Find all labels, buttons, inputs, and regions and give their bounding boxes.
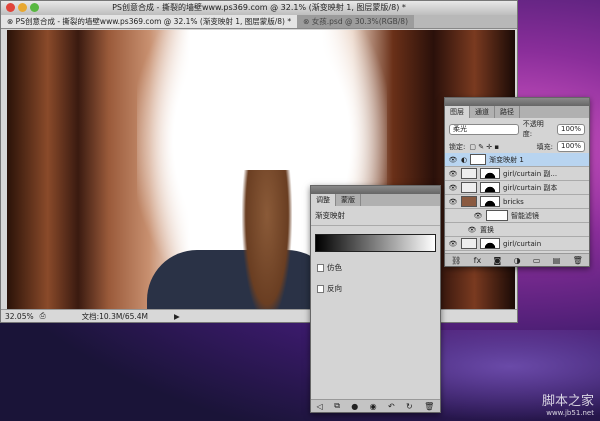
blend-mode-select[interactable]: 柔光 (449, 123, 519, 135)
doc-size: 文档:10.3M/65.4M (81, 311, 149, 321)
layer-mask-thumb (470, 154, 487, 165)
layer-mask-thumb (480, 196, 500, 207)
previous-state-icon[interactable]: ↶ (388, 402, 395, 411)
tab-document-main[interactable]: ⊗ PS创意合成 - 撕裂的墙壁www.ps369.com @ 32.1% (渐… (1, 15, 298, 28)
reverse-checkbox[interactable]: 反向 (317, 283, 436, 294)
lock-label: 锁定: (449, 142, 466, 151)
tab-label: PS创意合成 - 撕裂的墙壁www.ps369.com @ 32.1% (渐变映… (15, 17, 292, 26)
eye-icon[interactable]: 👁 (448, 240, 458, 248)
layer-name: girl/curtain 副本 (503, 183, 558, 192)
reset-icon[interactable]: ↻ (406, 402, 413, 411)
close-button[interactable] (6, 3, 15, 12)
status-menu-arrow-icon[interactable]: ▶ (174, 312, 180, 321)
lock-icons[interactable]: ▢ ✎ ✛ ▪ (469, 143, 499, 151)
tab-layers[interactable]: 图层 (445, 106, 470, 118)
trash-icon[interactable]: 🗑 (424, 402, 434, 411)
opacity-input[interactable]: 100% (556, 123, 585, 135)
layer-mask-thumb (480, 238, 500, 249)
layer-row[interactable]: 👁 girl/curtain (445, 237, 589, 251)
layers-panel: 图层 通道 路径 柔光 不透明度: 100% 锁定: ▢ ✎ ✛ ▪ 填充: 1… (444, 97, 590, 267)
eye-icon[interactable]: ◉ (370, 402, 377, 411)
layer-row[interactable]: 👁 ◐ 渐变映射 1 (445, 153, 589, 167)
eye-icon[interactable]: 👁 (467, 226, 477, 234)
adjustment-icon: ◐ (461, 155, 468, 164)
opacity-label: 不透明度: (522, 120, 544, 138)
title-bar[interactable]: PS创意合成 - 撕裂的墙壁www.ps369.com @ 32.1% (渐变映… (1, 1, 517, 15)
layer-name: 置换 (480, 225, 494, 234)
zoom-button[interactable] (30, 3, 39, 12)
layer-name: 智能滤镜 (511, 211, 539, 220)
layer-name: bricks (503, 197, 524, 206)
zoom-level[interactable]: 32.05% (5, 312, 34, 321)
dither-checkbox[interactable]: 仿色 (317, 262, 436, 273)
reverse-label: 反向 (327, 284, 342, 293)
gradient-picker[interactable] (315, 234, 436, 252)
folder-icon[interactable]: ▭ (533, 256, 541, 265)
tab-masks[interactable]: 蒙版 (336, 194, 361, 206)
filter-mask-thumb (486, 210, 508, 221)
document-tabs: ⊗ PS创意合成 - 撕裂的墙壁www.ps369.com @ 32.1% (渐… (1, 15, 517, 29)
layer-row[interactable]: 👁 bricks (445, 195, 589, 209)
visibility-icon[interactable]: ● (351, 402, 358, 411)
layer-thumb (461, 182, 477, 193)
adjustments-panel: 调整 蒙版 渐变映射 仿色 反向 ◁ ⧉ ● ◉ ↶ ↻ 🗑 (310, 185, 441, 413)
layer-mask-thumb (480, 182, 500, 193)
watermark-url: www.jb51.net (546, 409, 594, 417)
eye-icon[interactable]: 👁 (448, 156, 458, 164)
tab-label: 女孩.psd @ 30.3%(RGB/8) (311, 17, 409, 26)
tab-document-girl[interactable]: ⊗ 女孩.psd @ 30.3%(RGB/8) (297, 15, 415, 28)
back-icon[interactable]: ◁ (317, 402, 323, 411)
layer-name: girl/curtain 副... (503, 169, 558, 178)
watermark-text: 脚本之家 (541, 394, 594, 409)
layer-name: 渐变映射 1 (489, 155, 524, 164)
panel-drag-bar[interactable] (445, 98, 589, 106)
mask-icon[interactable]: ◙ (494, 256, 502, 265)
new-layer-icon[interactable]: ▤ (553, 256, 561, 265)
layers-toolbar: ⛓ fx ◙ ◑ ▭ ▤ 🗑 (445, 253, 589, 266)
adjustment-layer-icon[interactable]: ◑ (514, 256, 521, 265)
watermark-logo: 脚本之家 www.jb51.net (542, 390, 594, 417)
adjustments-toolbar: ◁ ⧉ ● ◉ ↶ ↻ 🗑 (311, 399, 440, 412)
girl-hair (242, 170, 292, 310)
layer-row[interactable]: 👁 智能滤镜 (445, 209, 589, 223)
eye-icon[interactable]: 👁 (448, 184, 458, 192)
layer-list: 👁 ◐ 渐变映射 1 👁 girl/curtain 副... 👁 girl/curtai… (445, 153, 589, 251)
trash-icon[interactable]: 🗑 (573, 256, 583, 265)
panel-drag-bar[interactable] (311, 186, 440, 194)
layer-name: girl/curtain (503, 239, 542, 248)
eye-icon[interactable]: 👁 (448, 198, 458, 206)
layer-mask-thumb (480, 168, 500, 179)
fx-icon[interactable]: fx (474, 256, 482, 265)
layer-row[interactable]: 👁 置换 (445, 223, 589, 237)
window-title: PS创意合成 - 撕裂的墙壁www.ps369.com @ 32.1% (渐变映… (112, 3, 406, 12)
layer-thumb (461, 168, 477, 179)
tab-channels[interactable]: 通道 (470, 106, 495, 118)
layer-thumb (461, 238, 477, 249)
minimize-button[interactable] (18, 3, 27, 12)
layer-row[interactable]: 👁 girl/curtain 副... (445, 167, 589, 181)
clip-icon[interactable]: ⧉ (334, 401, 340, 411)
layer-thumb (461, 196, 477, 207)
adjustment-title: 渐变映射 (311, 206, 440, 226)
fill-label: 填充: (536, 142, 553, 151)
eye-icon[interactable]: 👁 (448, 170, 458, 178)
tab-adjustments[interactable]: 调整 (311, 194, 336, 206)
status-icon: ⎙ (39, 311, 46, 320)
eye-icon[interactable]: 👁 (473, 212, 483, 220)
dither-label: 仿色 (327, 263, 342, 272)
layer-row[interactable]: 👁 girl/curtain 副本 (445, 181, 589, 195)
tab-paths[interactable]: 路径 (495, 106, 520, 118)
fill-input[interactable]: 100% (556, 141, 585, 152)
link-icon[interactable]: ⛓ (451, 256, 461, 265)
